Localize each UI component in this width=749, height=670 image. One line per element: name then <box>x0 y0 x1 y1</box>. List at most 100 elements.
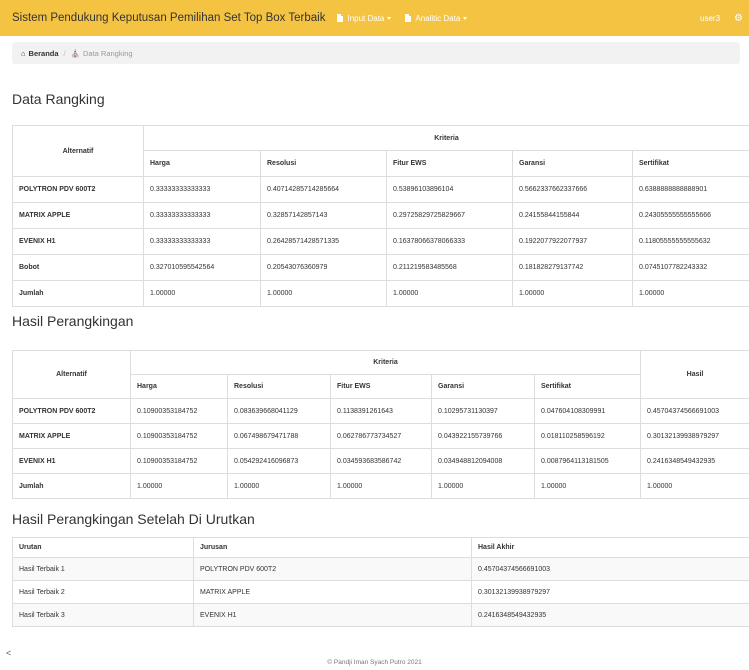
table-cell: 0.24155844155844 <box>512 202 633 229</box>
table-cell: 0.11805555555555632 <box>631 228 749 255</box>
data-rangking-table: Alternatif Kriteria Harga Resolusi Fitur… <box>12 125 749 307</box>
row-label: EVENIX H1 <box>12 448 131 474</box>
table-cell: 0.16378066378066333 <box>386 228 513 255</box>
table-cell: 0.034593683586742 <box>330 448 432 474</box>
breadcrumb-separator: / <box>63 48 66 58</box>
column-header: Hasil Akhir <box>471 537 749 558</box>
row-label: EVENIX H1 <box>12 228 144 255</box>
table-cell: 0.10295731130397 <box>431 398 535 424</box>
table-cell: 0.211219583485568 <box>386 254 513 281</box>
table-cell: 0.29725829725829667 <box>386 202 513 229</box>
table-cell: 0.32857142857143 <box>260 202 387 229</box>
table-cell: 0.043922155739766 <box>431 423 535 449</box>
table-cell: 0.10900353184752 <box>130 398 228 424</box>
table-cell: 1.00000 <box>143 280 261 307</box>
hasil-urut-title: Hasil Perangkingan Setelah Di Urutkan <box>12 511 255 527</box>
table-cell: 0.018110258596192 <box>533 423 642 449</box>
menu-input-data[interactable]: Input Data <box>337 13 392 23</box>
data-rangking-title: Data Rangking <box>12 91 105 107</box>
table-cell: 0.2416348549432935 <box>471 603 749 627</box>
table-cell: 1.00000 <box>260 280 387 307</box>
user-menu[interactable]: user3 <box>700 14 720 23</box>
home-icon: ⌂ <box>21 48 26 58</box>
table-cell: 0.24305555555555666 <box>631 202 749 229</box>
table-cell: 1.00000 <box>130 473 228 499</box>
column-header: Fitur EWS <box>330 374 432 399</box>
menu-analitic-data-label: Analitic Data <box>415 13 461 23</box>
column-header: Resolusi <box>227 374 331 399</box>
app-brand[interactable]: Sistem Pendukung Keputusan Pemilihan Set… <box>12 12 325 24</box>
document-icon <box>405 14 412 22</box>
table-row: MATRIX APPLE 0.10900353184752 0.06749867… <box>12 423 749 449</box>
table-cell: 0.20543076360979 <box>260 254 387 281</box>
table-cell: 0.33333333333333 <box>143 202 261 229</box>
hasil-perangkingan-title: Hasil Perangkingan <box>12 313 134 329</box>
table-cell: 0.45704374566691003 <box>471 557 749 581</box>
table-cell: 0.6388888888888901 <box>631 176 749 203</box>
hasil-perangkingan-table: Alternatif Kriteria Hasil Harga Resolusi… <box>12 350 749 499</box>
table-cell: EVENIX H1 <box>193 603 472 627</box>
table-cell: 0.2416348549432935 <box>640 448 749 474</box>
caret-down-icon <box>463 16 468 20</box>
table-cell: 0.30132139938979297 <box>471 580 749 604</box>
table-cell: 0.53896103896104 <box>386 176 513 203</box>
table-cell: 0.5662337662337666 <box>512 176 633 203</box>
menu-input-data-label: Input Data <box>347 13 385 23</box>
column-header: Harga <box>143 150 261 177</box>
breadcrumb-home[interactable]: Beranda <box>29 49 59 58</box>
hasil-urut-table: Urutan Jurusan Hasil Akhir Hasil Terbaik… <box>12 537 749 627</box>
column-header: Garansi <box>431 374 535 399</box>
column-header: Fitur EWS <box>386 150 513 177</box>
header-kriteria: Kriteria <box>142 125 749 151</box>
table-cell: MATRIX APPLE <box>193 580 472 604</box>
table-cell: 0.30132139938979297 <box>640 423 749 449</box>
header-alternatif: Alternatif <box>12 350 131 399</box>
table-cell: 1.00000 <box>431 473 535 499</box>
table-row: EVENIX H1 0.10900353184752 0.05429241609… <box>12 448 749 474</box>
column-header: Harga <box>130 374 228 399</box>
table-cell: 0.33333333333333 <box>143 176 261 203</box>
table-row: POLYTRON PDV 600T2 0.33333333333333 0.40… <box>12 176 749 203</box>
table-cell: 0.181828279137742 <box>512 254 633 281</box>
column-header: Sertifikat <box>631 150 749 177</box>
header-kriteria: Kriteria <box>129 350 642 375</box>
table-cell: 0.1138391261643 <box>330 398 432 424</box>
table-row: Jumlah 1.00000 1.00000 1.00000 1.00000 1… <box>12 473 749 499</box>
table-cell: 1.00000 <box>330 473 432 499</box>
menu-analitic-data[interactable]: Analitic Data <box>405 13 468 23</box>
column-header: Resolusi <box>260 150 387 177</box>
column-header: Jurusan <box>193 537 472 558</box>
table-cell: Hasil Terbaik 1 <box>12 557 194 581</box>
table-row: Hasil Terbaik 1 POLYTRON PDV 600T2 0.457… <box>12 557 749 581</box>
table-cell: 1.00000 <box>533 473 642 499</box>
breadcrumb: ⌂ Beranda / ⛪ Data Rangking <box>12 42 740 64</box>
bank-icon: ⛪ <box>70 48 80 58</box>
table-cell: 0.0745107782243332 <box>631 254 749 281</box>
footer-copyright: © Pandji Iman Syach Putro 2021 <box>327 659 422 666</box>
table-row: MATRIX APPLE 0.33333333333333 0.32857142… <box>12 202 749 229</box>
header-hasil: Hasil <box>640 350 749 399</box>
table-cell: 1.00000 <box>640 473 749 499</box>
gear-icon[interactable]: ⚙ <box>734 13 743 24</box>
table-cell: POLYTRON PDV 600T2 <box>193 557 472 581</box>
column-header: Urutan <box>12 537 194 558</box>
table-cell: Hasil Terbaik 3 <box>12 603 194 627</box>
table-cell: 0.10900353184752 <box>130 423 228 449</box>
table-cell: 0.034948812094008 <box>431 448 535 474</box>
table-cell: 0.067498679471788 <box>227 423 331 449</box>
table-cell: 1.00000 <box>631 280 749 307</box>
table-cell: 0.1922077922077937 <box>512 228 633 255</box>
table-cell: 0.45704374566691003 <box>640 398 749 424</box>
row-label: Jumlah <box>12 473 131 499</box>
column-header: Garansi <box>512 150 633 177</box>
table-cell: 1.00000 <box>386 280 513 307</box>
scroll-left-marker[interactable]: < <box>6 648 11 658</box>
top-navbar: Sistem Pendukung Keputusan Pemilihan Set… <box>0 0 749 36</box>
table-cell: 0.054292416096873 <box>227 448 331 474</box>
row-label: POLYTRON PDV 600T2 <box>12 398 131 424</box>
table-cell: 0.0087964113181505 <box>533 448 642 474</box>
table-cell: Hasil Terbaik 2 <box>12 580 194 604</box>
table-cell: 0.10900353184752 <box>130 448 228 474</box>
header-alternatif: Alternatif <box>12 125 144 177</box>
table-row: Bobot 0.327010595542564 0.20543076360979… <box>12 254 749 281</box>
